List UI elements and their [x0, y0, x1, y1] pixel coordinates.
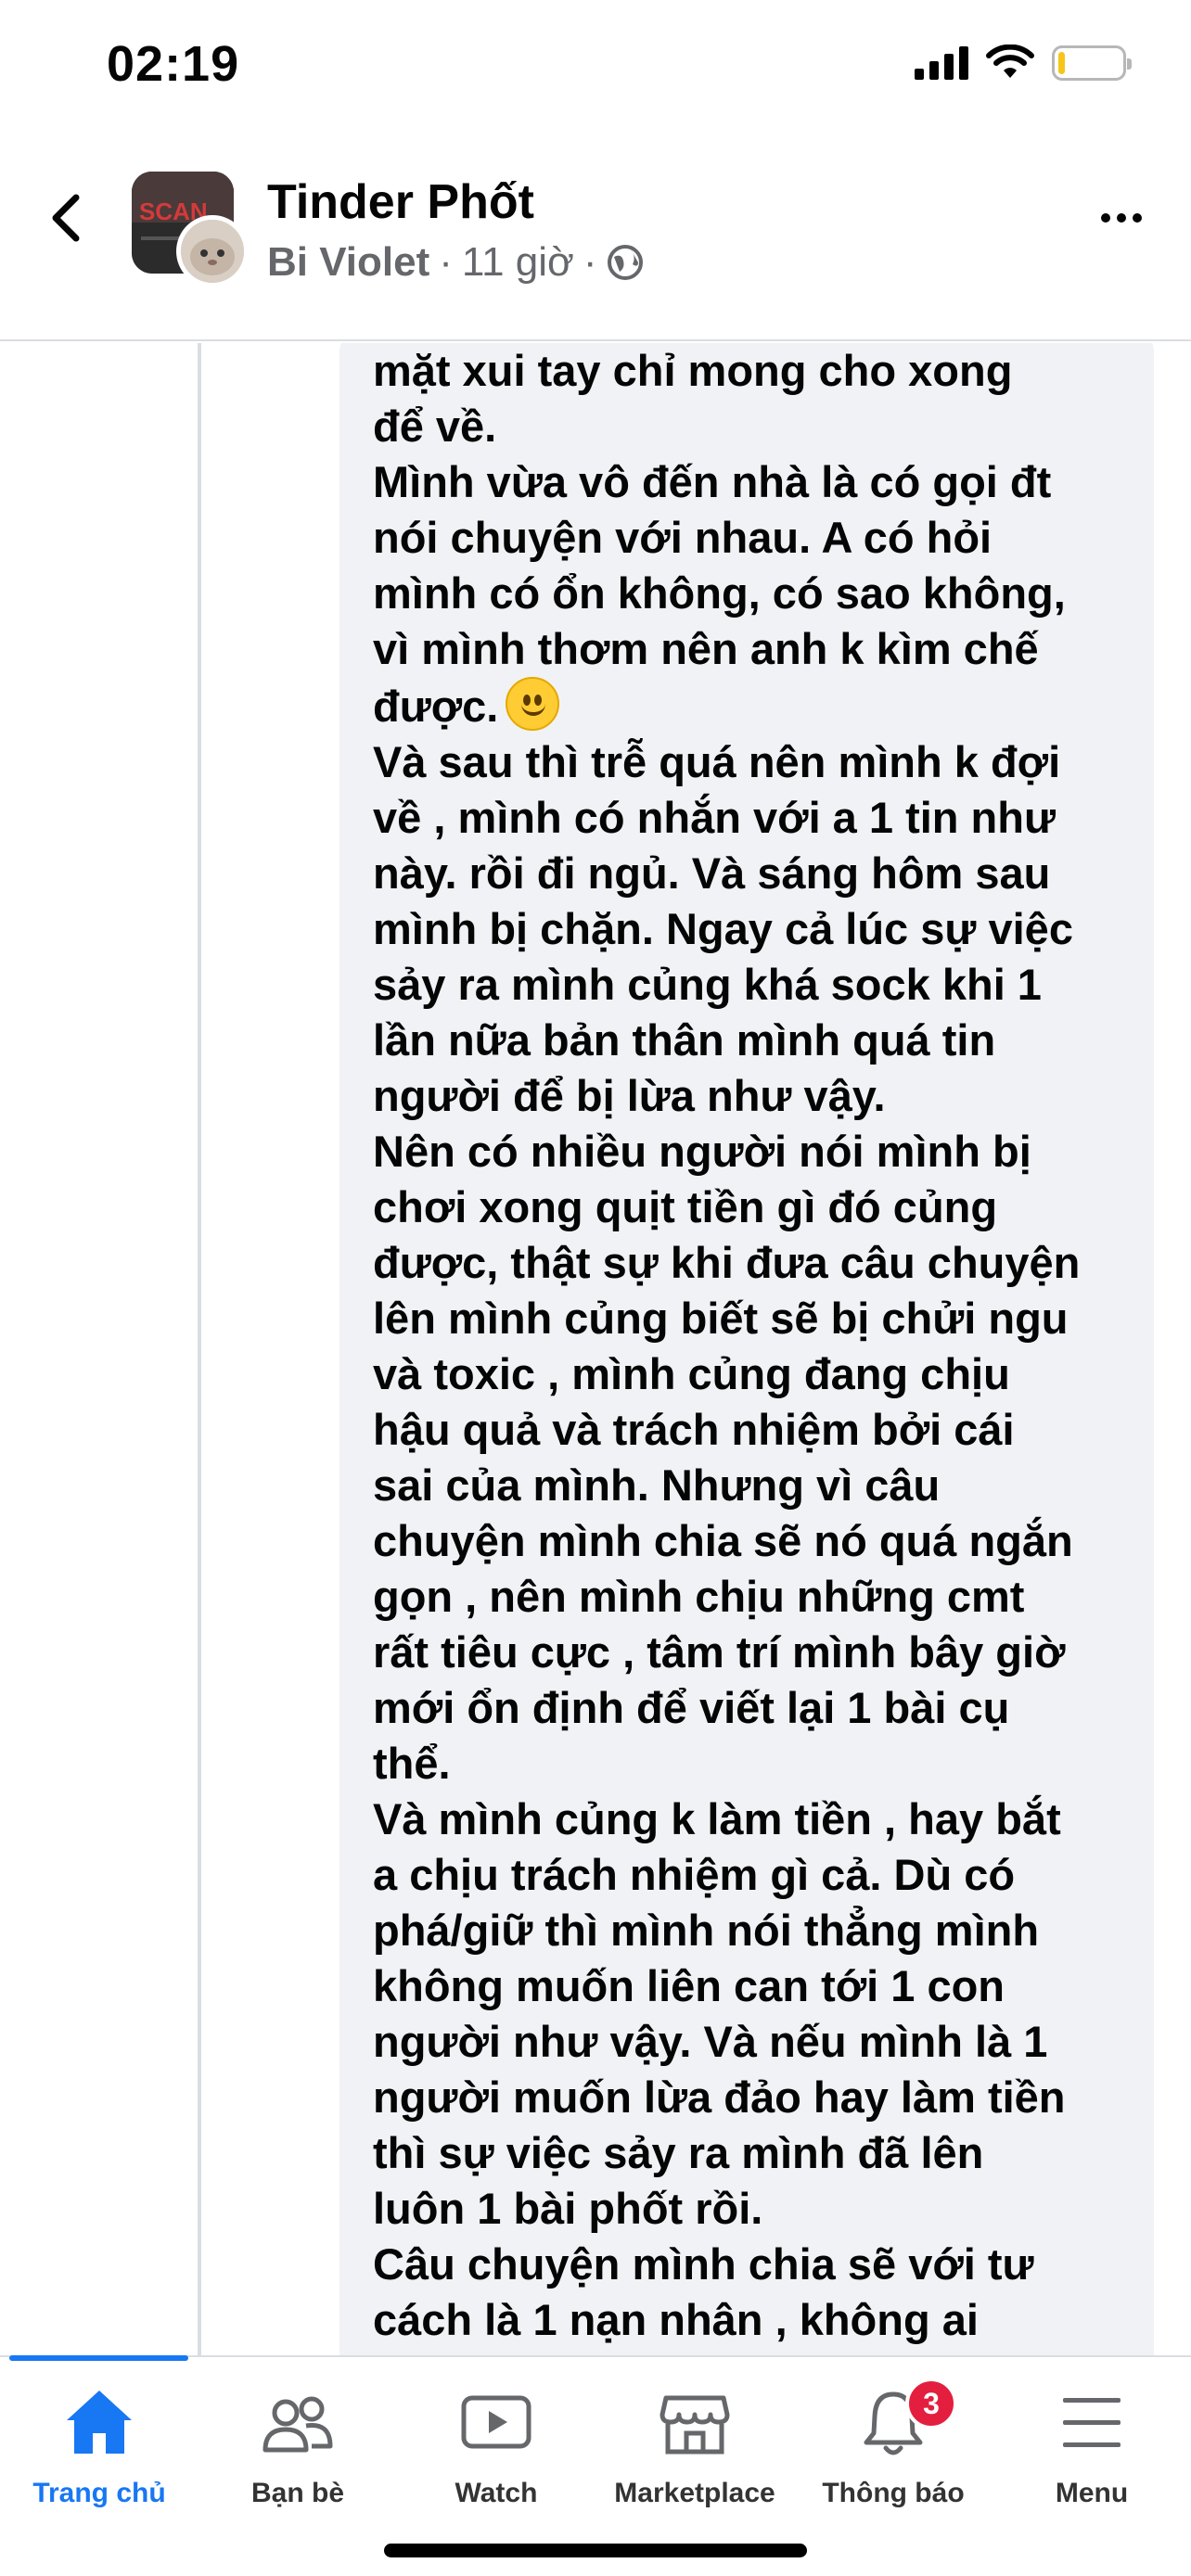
friends-icon [263, 2396, 333, 2453]
tab-home[interactable]: Trang chủ [0, 2385, 198, 2524]
active-tab-indicator [9, 2355, 188, 2361]
tab-watch[interactable]: Watch [397, 2385, 596, 2524]
tab-marketplace[interactable]: Marketplace [596, 2385, 794, 2524]
status-icons [915, 45, 1132, 82]
post-author[interactable]: Bi Violet [267, 239, 429, 286]
watch-icon [461, 2395, 531, 2449]
back-chevron-icon [52, 194, 80, 242]
cellular-signal-icon [915, 46, 968, 80]
slightly-smiling-face-icon [506, 677, 560, 731]
comment-paragraph: Và sau thì trễ quá nên mình k đợi về , m… [373, 737, 1073, 1120]
tab-menu[interactable]: Menu [992, 2385, 1191, 2524]
comment-paragraph: mặt xui tay chỉ mong cho xong để về. [373, 346, 1013, 451]
more-dot [1133, 213, 1142, 223]
battery-icon [1052, 45, 1132, 81]
user-avatar-image [181, 220, 244, 283]
wifi-icon [986, 45, 1034, 78]
tab-label: Marketplace [614, 2478, 775, 2508]
tab-label: Trang chủ [32, 2478, 166, 2508]
comment-paragraph: Câu chuyện mình chia sẽ với tư cách là 1… [373, 2239, 1034, 2344]
tab-label: Thông báo [822, 2478, 965, 2508]
tab-label: Menu [1055, 2478, 1129, 2508]
marketplace-icon [660, 2395, 730, 2455]
group-name[interactable]: Tinder Phốt [267, 174, 534, 230]
post-time[interactable]: 11 giờ [462, 239, 574, 286]
comment-paragraph: Nên có nhiều người nói mình bị chơi xong… [373, 1127, 1081, 1788]
meta-separator: · [583, 239, 597, 285]
comment-paragraph: Và mình củng k làm tiền , hay bắt a chịu… [373, 1794, 1066, 2233]
menu-icon [1063, 2398, 1121, 2447]
home-icon [67, 2391, 132, 2454]
status-time: 02:19 [107, 36, 240, 92]
comment-paragraph-text: Mình vừa vô đến nhà là có gọi đt nói chu… [373, 457, 1066, 731]
tab-label: Bạn bè [250, 2478, 345, 2508]
battery-fill [1058, 52, 1065, 74]
post-meta: Bi Violet · 11 giờ · [267, 239, 644, 286]
more-options-button[interactable] [1089, 199, 1154, 236]
meta-separator: · [439, 239, 453, 285]
notification-badge: 3 [905, 2378, 957, 2429]
comment-thread: mặt xui tay chỉ mong cho xong để về. Mìn… [0, 343, 1191, 2355]
globe-icon [607, 245, 643, 280]
tab-notifications[interactable]: 3 Thông báo [794, 2378, 992, 2524]
more-dots-icon [1101, 213, 1110, 223]
thread-line [198, 343, 201, 2355]
tab-friends[interactable]: Bạn bè [198, 2385, 397, 2524]
back-button[interactable] [37, 181, 93, 255]
user-avatar[interactable] [176, 215, 249, 287]
post-header: SCAN Tinder Phốt Bi Violet · 11 giờ · [0, 130, 1191, 341]
home-indicator[interactable] [384, 2544, 807, 2557]
status-bar: 02:19 [0, 0, 1191, 130]
more-dot [1117, 213, 1126, 223]
comment-paragraph: Mình vừa vô đến nhà là có gọi đt nói chu… [373, 454, 1133, 734]
comment-text: mặt xui tay chỉ mong cho xong để về. Mìn… [373, 343, 1133, 2348]
tab-label: Watch [455, 2478, 538, 2508]
